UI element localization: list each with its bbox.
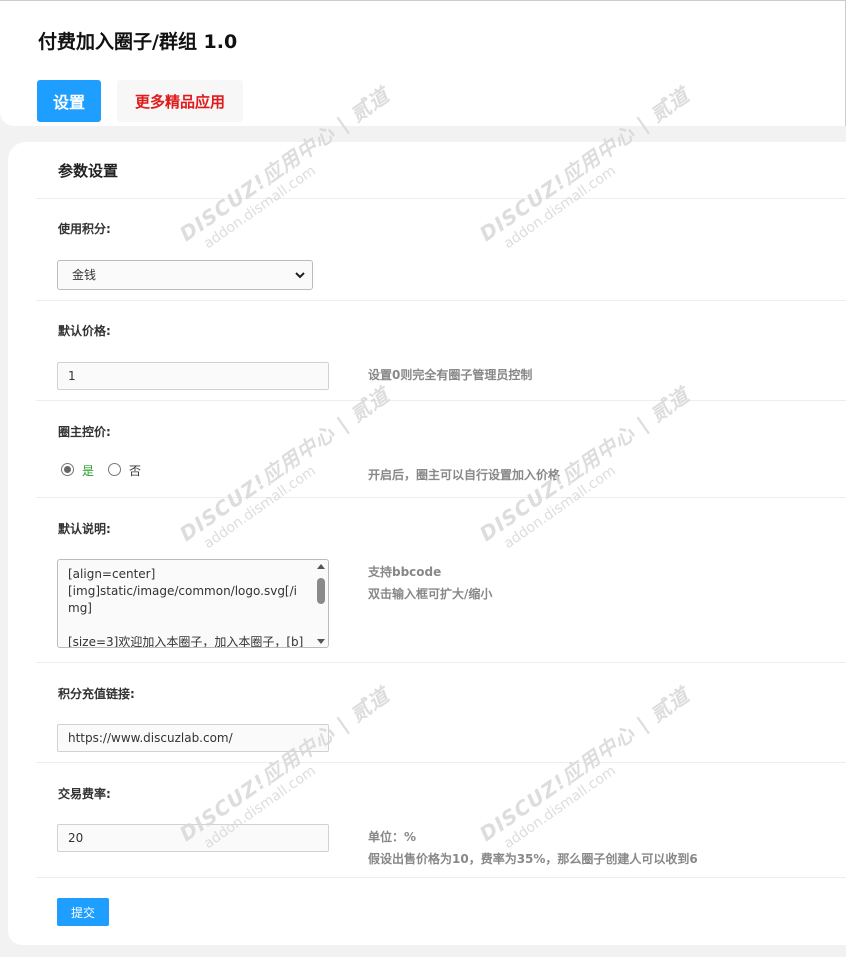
default-desc-hint-resize: 双击输入框可扩大/缩小 bbox=[368, 587, 493, 601]
default-desc-hint-bbcode: 支持bbcode bbox=[368, 565, 442, 579]
fee-rate-input[interactable]: 20 bbox=[57, 824, 329, 852]
credit-select[interactable]: 金钱 bbox=[57, 260, 313, 290]
divider bbox=[36, 300, 846, 301]
owner-price-hint: 开启后，圈主可以自行设置加入价格 bbox=[368, 468, 561, 482]
recharge-link-input[interactable]: https://www.discuzlab.com/ bbox=[57, 724, 329, 752]
tab-more-apps[interactable]: 更多精品应用 bbox=[117, 80, 243, 122]
section-title: 参数设置 bbox=[58, 162, 119, 180]
divider bbox=[36, 400, 846, 401]
scroll-down-icon[interactable] bbox=[316, 636, 326, 646]
credit-select-value: 金钱 bbox=[72, 268, 97, 282]
default-price-label: 默认价格: bbox=[58, 324, 111, 338]
textarea-scrollbar[interactable] bbox=[316, 562, 326, 646]
fee-rate-hint-example: 假设出售价格为10，费率为35%，那么圈子创建人可以收到6 bbox=[368, 852, 698, 866]
submit-button[interactable]: 提交 bbox=[57, 898, 109, 926]
radio-yes[interactable] bbox=[61, 463, 74, 476]
header-card: 付费加入圈子/群组 1.0 设置 更多精品应用 bbox=[0, 0, 846, 126]
default-price-input[interactable]: 1 bbox=[57, 362, 329, 390]
tab-settings[interactable]: 设置 bbox=[37, 80, 101, 122]
divider bbox=[36, 497, 846, 498]
radio-yes-label[interactable]: 是 bbox=[82, 462, 94, 479]
default-desc-text: [align=center] [img]static/image/common/… bbox=[68, 567, 304, 648]
page-title: 付费加入圈子/群组 1.0 bbox=[38, 31, 238, 53]
divider bbox=[36, 662, 846, 663]
owner-price-label: 圈主控价: bbox=[58, 425, 111, 439]
fee-rate-label: 交易费率: bbox=[58, 787, 111, 801]
recharge-link-label: 积分充值链接: bbox=[58, 687, 135, 701]
chevron-down-icon bbox=[295, 272, 305, 279]
default-desc-label: 默认说明: bbox=[58, 522, 111, 536]
radio-no-label[interactable]: 否 bbox=[129, 462, 141, 479]
divider bbox=[36, 877, 846, 878]
scroll-thumb[interactable] bbox=[317, 578, 325, 604]
divider bbox=[36, 198, 846, 199]
divider bbox=[36, 762, 846, 763]
default-desc-textarea[interactable]: [align=center] [img]static/image/common/… bbox=[57, 559, 329, 648]
default-price-hint: 设置0则完全有圈子管理员控制 bbox=[368, 368, 533, 382]
credit-label: 使用积分: bbox=[58, 222, 111, 236]
radio-no[interactable] bbox=[108, 463, 121, 476]
scroll-up-icon[interactable] bbox=[316, 562, 326, 572]
fee-rate-hint-unit: 单位：% bbox=[368, 830, 417, 844]
